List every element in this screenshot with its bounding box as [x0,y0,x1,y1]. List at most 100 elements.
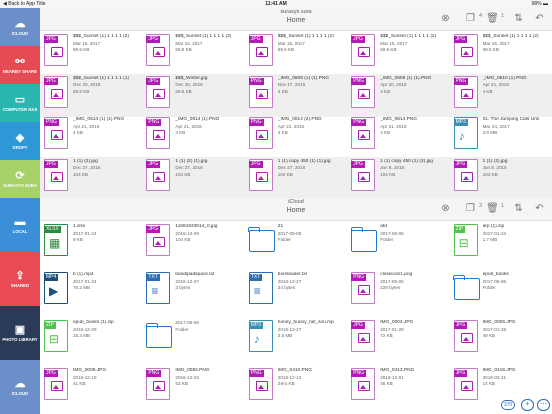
file-date: Dec 27, 2016 [175,165,203,171]
document-shape: JPG [146,158,171,191]
copy-icon[interactable]: ❐ 3 [463,202,482,216]
file-item[interactable]: TXT ≡ bornleader.txt 2016-12-27 34 bytes [245,270,347,313]
file-size: 34 bytes [277,285,296,291]
file-item[interactable]: MP4 ▶ b (1).mp4 2017-01-24 76.2 MB [40,270,142,313]
file-item[interactable]: JPG IMG_0003.JPG 2017-01-29 72 KB [347,318,449,361]
file-item[interactable]: 2017-05-05 Folder [142,318,244,361]
rail-label: LOCAL [12,229,28,234]
more-button-icon[interactable]: ⋯ [537,399,550,411]
file-item[interactable]: PNG IMG_0082.PNG 2016-12-23 53 KB [142,366,244,409]
rail-item-drop7[interactable]: ◈ Drop7 [0,122,40,160]
file-item[interactable]: JPG IMG_0005.JPG 2017-01-29 49 KB [450,318,552,361]
file-name: IMG_0009.JPG [73,368,107,373]
file-item[interactable]: epub_books 2017-05-05 Folder [450,270,552,313]
file-item[interactable]: TXT ≡ bandipadspace.txt 2016-12-27 3 bytes [142,270,244,313]
file-item[interactable]: JPG 1 (1) (2) (1).jpg Dec 27, 2016 104 KB [142,156,245,198]
file-item[interactable]: PNG _IMG_0610 (1).PNG Apr 21, 2016 4 KB [449,73,552,117]
file-size: 104 KB [482,171,498,177]
file-meta: 01. The Jumping Cats Unlisted Blues.mp3M… [483,115,539,137]
trash-icon[interactable]: 🗑 1 [485,202,504,216]
file-item[interactable]: JPG 1 (1) copy 450 (1) (1).jpg Dec 27, 201… [244,156,348,198]
file-item[interactable]: JPG $$$_Sunset (1) 1 1 1 1 (2) 1 1 (1).jp… [450,32,552,75]
file-size: 69.5 KB [277,47,295,53]
file-item[interactable]: JPG $$$_Sunset (1) 1 1 1 1 (1) 1 4 4.jpgD… [40,73,143,117]
file-icon: PNG [351,272,377,304]
sort-icon[interactable]: ⇅ [511,12,526,26]
file-name: honey_bunny_full_son.mp3 [277,320,334,325]
file-item[interactable]: JPG $$$_Sunset (1) 1 1 1 1 (2) (1) 1 1 4 … [245,32,347,75]
folder-shape [350,227,378,252]
file-item[interactable]: PNG _IMG_0608 (1) (1).PNG Nov 17, 2016 4 KB [244,73,348,117]
file-type-label: TXT [146,274,160,281]
file-name: _IMG_0608 (1) (1).PNG [380,75,432,81]
file-item[interactable]: JPG 1 (1) (2).jpg Jun 8, 2016 104 KB [449,156,552,198]
close-icon[interactable]: ⊗ [438,202,453,216]
rail-item-icloud[interactable]: ☁ iCLOUD [0,8,40,46]
file-name: epub_books [482,272,509,277]
rail-item-nearby-share[interactable]: ⚯ NEARBY SHARE [0,46,40,84]
file-icon: PNG [351,117,377,149]
file-item[interactable]: MP3 ♪ 01. The Jumping Cats Unlisted Blues.… [450,115,552,158]
file-icon: JPG [146,158,172,191]
rail-item-surasys-sura[interactable]: ⟳ surasys sura [0,160,40,198]
file-date: 2017-05-05 [175,320,199,325]
file-item[interactable]: JPG $$$_Winter.jpg Dec 20, 2016 69.5 KB [142,73,245,117]
file-item[interactable]: PNG _IMG_0608 (1) (1).PNG Apr 20, 2016 4 KB [347,73,450,117]
document-shape: PNG [453,75,478,108]
file-meta: bandipadspace.txt 2016-12-27 3 bytes [175,270,231,292]
document-shape: JPG [248,34,273,66]
file-type-label: TXT [248,274,263,281]
file-meta: closeicon1.png 2017-05-05 229 bytes [380,270,436,292]
file-item[interactable]: JPG $$$_Sunset (1) 1 1 1 1 (2) (1) (1) 1 … [40,32,142,75]
file-date: 2017-05-06 [380,230,404,236]
file-item[interactable]: MP3 ♪ honey_bunny_full_son.mp3 2016-12-27 3.… [245,318,347,361]
file-item[interactable]: JPG 11691933014_0.jpg 2016-12-29 104 KB [142,222,244,265]
file-name: epub_books (1).zip [73,320,114,325]
file-item[interactable]: ZIP ⊟ epub_books (1).zip 2016-12-29 15.3 MB [40,318,142,361]
image-icon [358,381,371,391]
copy-icon[interactable]: ❐ 4 [463,12,482,26]
file-item[interactable]: JPG IMG_0009.JPG 2016-12-19 41 KB [40,366,142,409]
file-item[interactable]: ZIP ⊟ arp (1).zip 2017-01-24 1.7 MB [450,222,552,265]
zip-icon: ⊟ [458,236,469,250]
file-item[interactable]: JPG 1 (1) copy 450 (1) (2).jpg Jun 8, 2016… [347,156,450,198]
trash-icon[interactable]: 🗑 1 [485,12,504,26]
rail-item-computer-nas[interactable]: ▭ COMPUTER NAS [0,84,40,122]
file-item[interactable]: PNG closeicon1.png 2017-05-05 229 bytes [347,270,449,313]
file-size: 4 KB [380,130,391,136]
rail-item-icloud[interactable]: ☁ iCLOUD [0,360,40,414]
file-date: Apr 21, 2016 [482,82,509,88]
file-meta: _IMG_0608 (1) (1).PNG Nov 17, 2016 4 KB [278,74,334,96]
file-item[interactable]: PNG _IMG_0614 (2).PNG Apr 21, 2016 4 KB [245,115,347,158]
sort-icon[interactable]: ⇅ [511,202,526,216]
file-item[interactable]: PNG IMG_0413.PNG 2016-12-01 48 KB [347,366,449,409]
folder-icon [453,272,480,304]
battery-indicator: 98% ▬ [531,1,548,7]
file-item[interactable]: PNG _IMG_0614 (1) (1).PNG Apr 21, 2016 4 KB [40,115,142,158]
undo-icon[interactable]: ↶ [532,202,547,216]
file-item[interactable]: PNG _IMG_0614.PNG Apr 21, 2016 4 KB [347,115,449,158]
file-type-label: JPG [44,160,58,168]
file-name: $$$_Sunset (1) 1 1 1 1 (2) (1) (1) 1 1.j… [73,34,129,39]
file-date: Dec 27, 2016 [73,165,101,171]
image-icon [255,47,268,57]
file-icon: JPG [248,34,275,66]
file-item[interactable]: JPG 1 (1) (2).jpg Dec 27, 2016 104 KB [40,156,143,198]
file-name: $$$_Sunset (1) 1 1 1 1 (2) (1) 1 1 4 2 (… [380,34,437,39]
rail-item-photo-library[interactable]: ▣ PHOTO LIBRARY [0,306,40,360]
file-icon: PNG [453,75,480,108]
file-item[interactable]: afd 2017-05-06 Folder [347,222,449,265]
file-meta: honey_bunny_full_son.mp3 2016-12-27 3.5 MB [278,318,334,340]
file-item[interactable]: PNG _IMG_0614 (1).PNG Apr 21, 2016 4 KB [142,115,244,158]
add-button-icon[interactable]: + [521,399,534,411]
rail-item-shared[interactable]: ⇪ SHARED [0,252,40,306]
file-item[interactable]: JPG $$$_Sunset (1) 1 1 1 1 (2) (1) 1 1 4 … [347,32,449,75]
file-item[interactable]: 21 2017-05-05 Folder [245,222,347,265]
file-type-label: PNG [44,119,59,126]
file-item[interactable]: JPG $$$_Sunset (1) 1 1 1 1 (2) (1) 1 1 (1… [142,32,244,75]
file-item[interactable]: PNG IMG_0410.PNG 2016-12-12 Zero KB [245,366,347,409]
undo-icon[interactable]: ↶ [532,12,547,26]
rail-item-local[interactable]: ▬ LOCAL [0,198,40,252]
close-icon[interactable]: ⊗ [438,12,453,26]
file-item[interactable]: XLSX ▦ 1.xlsx 2017-01-24 9 KB [40,222,142,265]
